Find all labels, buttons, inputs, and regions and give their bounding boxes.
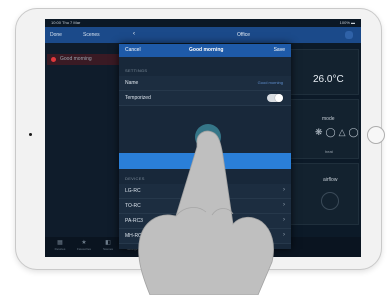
tab-scenes[interactable]: ◧ Scenes <box>99 239 117 251</box>
scene-list-item[interactable]: Good morning <box>47 54 123 65</box>
tab-favourites[interactable]: ★ Favourites <box>75 239 93 251</box>
device-name: PA-RC3 <box>125 218 143 224</box>
scenes-sidebar: Done Scenes Good morning <box>45 27 125 257</box>
app-screen: 10:00 Thu 7 Mar 100% ▬ Done Scenes Good … <box>45 19 361 257</box>
airflow-label: airflow <box>323 177 338 183</box>
devices-section-label: DEVICES <box>125 176 145 181</box>
status-time: 10:00 Thu 7 Mar <box>51 20 81 25</box>
name-row[interactable]: Name Good morning <box>119 76 291 91</box>
device-name: LG-RC <box>125 188 141 194</box>
device-row[interactable]: MH-RC › <box>119 229 291 244</box>
chevron-right-icon: › <box>283 232 285 238</box>
temporized-label: Temporized <box>125 95 151 101</box>
chevron-right-icon: › <box>283 202 285 208</box>
star-icon: ★ <box>81 240 87 246</box>
airflow-dial-icon[interactable] <box>321 192 339 210</box>
status-bar: 10:00 Thu 7 Mar 100% ▬ <box>45 19 361 27</box>
cancel-button[interactable]: Cancel <box>125 47 141 53</box>
chevron-right-icon: › <box>283 217 285 223</box>
tab-label: Favourites <box>76 247 91 251</box>
add-icon: + <box>200 157 208 165</box>
edit-scene-modal: Cancel Good morning Save SETTINGS Name G… <box>119 44 291 249</box>
chevron-right-icon: › <box>283 187 285 193</box>
scene-name: Good morning <box>60 56 92 62</box>
temporized-row: Temporized <box>119 91 291 106</box>
tab-label: Devices <box>54 247 66 251</box>
mode-selector-icon[interactable]: ❋◯△◯ <box>315 127 361 138</box>
mode-value: heat <box>325 149 333 154</box>
battery-indicator: 100% ▬ <box>339 20 355 25</box>
sidebar-header: Done Scenes <box>45 27 125 43</box>
device-name: TO-RC <box>125 203 141 209</box>
done-button[interactable]: Done <box>50 32 62 38</box>
name-label: Name <box>125 80 139 86</box>
room-title: Office <box>237 32 250 38</box>
device-name: MH-RC <box>125 233 142 239</box>
tab-devices[interactable]: ▦ Devices <box>51 239 69 251</box>
airflow-card <box>285 163 359 225</box>
save-button[interactable]: Save <box>274 47 285 53</box>
camera-icon <box>29 133 32 136</box>
device-row[interactable]: TO-RC › <box>119 199 291 214</box>
tab-label: Scenes <box>102 247 113 251</box>
scenes-icon: ◧ <box>105 240 111 246</box>
temperature-readout: 26.0°C <box>313 74 344 85</box>
settings-section-label: SETTINGS <box>125 68 148 73</box>
scene-status-dot <box>51 57 56 62</box>
modal-title: Good morning <box>189 47 224 53</box>
grid-icon: ▦ <box>57 240 63 246</box>
temperature-card <box>285 49 359 95</box>
device-row[interactable]: LG-RC › <box>119 184 291 199</box>
room-settings-icon[interactable] <box>345 31 353 39</box>
home-button[interactable] <box>367 126 385 144</box>
temporized-toggle[interactable] <box>267 94 283 102</box>
detail-header: ‹ Office <box>125 27 361 43</box>
name-value[interactable]: Good morning <box>258 80 283 85</box>
toggle-knob <box>275 94 283 102</box>
back-icon[interactable]: ‹ <box>133 31 135 37</box>
device-row[interactable]: PA-RC3 › <box>119 214 291 229</box>
modal-header: Cancel Good morning Save <box>119 44 291 57</box>
mode-label: mode <box>322 116 335 122</box>
scenes-tab-label[interactable]: Scenes <box>83 32 100 38</box>
add-device-button[interactable]: + <box>119 153 291 169</box>
